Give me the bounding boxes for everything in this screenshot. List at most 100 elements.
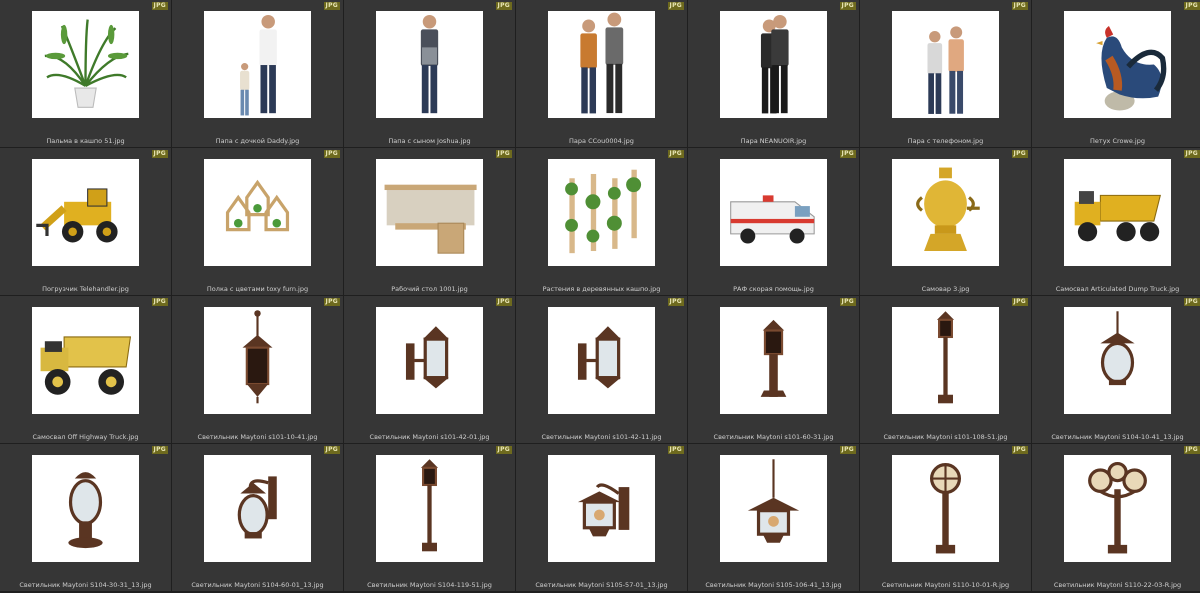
asset-tile[interactable]: JPG Папа с дочкой Daddy.jpg — [172, 0, 343, 147]
couple-phone-icon — [892, 11, 999, 118]
asset-filename: Светильник Maytoni S104-10-41_13.jpg — [1051, 433, 1184, 441]
asset-tile[interactable]: JPG Растения в деревянных кашпо.jpg — [516, 148, 687, 295]
asset-filename: Светильник Maytoni s101-10-41.jpg — [197, 433, 318, 441]
file-type-badge: JPG — [839, 2, 856, 10]
asset-filename: Светильник Maytoni s101-42-01.jpg — [369, 433, 490, 441]
asset-tile[interactable]: JPG Светильник Maytoni s101-60-31.jpg — [688, 296, 859, 443]
asset-tile[interactable]: JPG Светильник Maytoni S105-106-41_13.jpg — [688, 444, 859, 591]
file-type-badge: JPG — [495, 150, 512, 158]
asset-filename: Светильник Maytoni s101-42-11.jpg — [541, 433, 662, 441]
file-type-badge: JPG — [151, 2, 168, 10]
file-type-badge: JPG — [323, 2, 340, 10]
asset-tile[interactable]: JPG Пара с телефоном.jpg — [860, 0, 1031, 147]
file-type-badge: JPG — [151, 298, 168, 306]
file-type-badge: JPG — [667, 298, 684, 306]
asset-tile[interactable]: JPG Светильник Maytoni S104-60-01_13.jpg — [172, 444, 343, 591]
file-type-badge: JPG — [1011, 150, 1028, 158]
asset-filename: Самосвал Off Highway Truck.jpg — [32, 433, 139, 441]
nautical-pendant-icon — [720, 455, 827, 562]
asset-filename: Погрузчик Telehandler.jpg — [42, 285, 129, 293]
asset-tile[interactable]: JPG Пальма в кашпо 51.jpg — [0, 0, 171, 147]
asset-tile[interactable]: JPG Светильник Maytoni S105-57-01_13.jpg — [516, 444, 687, 591]
asset-filename: Папа с дочкой Daddy.jpg — [215, 137, 300, 145]
file-type-badge: JPG — [495, 2, 512, 10]
asset-filename: Самосвал Articulated Dump Truck.jpg — [1055, 285, 1180, 293]
couple-icon — [548, 11, 655, 118]
asset-tile[interactable]: JPG Светильник Maytoni s101-108-51.jpg — [860, 296, 1031, 443]
asset-tile[interactable]: JPG Рабочий стол 1001.jpg — [344, 148, 515, 295]
asset-tile[interactable]: JPG Светильник Maytoni s101-10-41.jpg — [172, 296, 343, 443]
asset-filename: Светильник Maytoni s101-108-51.jpg — [883, 433, 1008, 441]
file-type-badge: JPG — [323, 298, 340, 306]
file-type-badge: JPG — [151, 446, 168, 454]
file-type-badge: JPG — [1183, 2, 1200, 10]
asset-tile[interactable]: JPG Светильник Maytoni S110-22-03-R.jpg — [1032, 444, 1200, 591]
asset-tile[interactable]: JPG Светильник Maytoni S110-10-01-R.jpg — [860, 444, 1031, 591]
asset-tile[interactable]: JPG Пара CCou0004.jpg — [516, 0, 687, 147]
asset-tile[interactable]: JPG Светильник Maytoni S104-119-51.jpg — [344, 444, 515, 591]
dump-truck-icon — [1064, 159, 1171, 266]
asset-filename: Папа с сыном Joshua.jpg — [388, 137, 471, 145]
telehandler-icon — [32, 159, 139, 266]
asset-tile[interactable]: JPG Светильник Maytoni s101-42-11.jpg — [516, 296, 687, 443]
asset-tile[interactable]: JPG Самосвал Off Highway Truck.jpg — [0, 296, 171, 443]
asset-thumbnail-grid: JPG Пальма в кашпо 51.jpg JPG Папа с дочко… — [0, 0, 1200, 593]
couple-hug-icon — [720, 11, 827, 118]
hexagon-shelf-icon — [204, 159, 311, 266]
asset-tile[interactable]: JPG Погрузчик Telehandler.jpg — [0, 148, 171, 295]
file-type-badge: JPG — [667, 150, 684, 158]
asset-filename: Светильник Maytoni S110-10-01-R.jpg — [881, 581, 1010, 589]
asset-filename: Светильник Maytoni S104-60-01_13.jpg — [191, 581, 324, 589]
file-type-badge: JPG — [1011, 446, 1028, 454]
asset-filename: Светильник Maytoni S104-119-51.jpg — [367, 581, 492, 589]
asset-tile[interactable]: JPG Светильник Maytoni S104-10-41_13.jpg — [1032, 296, 1200, 443]
asset-tile[interactable]: JPG Петух Crowe.jpg — [1032, 0, 1200, 147]
file-type-badge: JPG — [667, 2, 684, 10]
asset-tile[interactable]: JPG РАФ скорая помощь.jpg — [688, 148, 859, 295]
file-type-badge: JPG — [839, 298, 856, 306]
post-lantern-icon — [376, 455, 483, 562]
file-type-badge: JPG — [495, 298, 512, 306]
asset-filename: Светильник Maytoni S104-30-31_13.jpg — [19, 581, 152, 589]
file-type-badge: JPG — [495, 446, 512, 454]
asset-filename: Светильник Maytoni s101-60-31.jpg — [713, 433, 834, 441]
nautical-wall-icon — [548, 455, 655, 562]
asset-filename: Светильник Maytoni S105-106-41_13.jpg — [705, 581, 842, 589]
asset-tile[interactable]: JPG Светильник Maytoni s101-42-01.jpg — [344, 296, 515, 443]
globe-post-icon — [892, 455, 999, 562]
file-type-badge: JPG — [1183, 150, 1200, 158]
wall-glass-icon — [204, 455, 311, 562]
rooster-icon — [1064, 11, 1171, 118]
ambulance-icon — [720, 159, 827, 266]
asset-tile[interactable]: JPG Светильник Maytoni S104-30-31_13.jpg — [0, 444, 171, 591]
file-type-badge: JPG — [323, 150, 340, 158]
asset-filename: Самовар 3.jpg — [921, 285, 970, 293]
asset-filename: Рабочий стол 1001.jpg — [391, 285, 468, 293]
file-type-badge: JPG — [839, 150, 856, 158]
asset-filename: Растения в деревянных кашпо.jpg — [542, 285, 661, 293]
asset-filename: РАФ скорая помощь.jpg — [733, 285, 814, 293]
asset-filename: Светильник Maytoni S105-57-01_13.jpg — [535, 581, 668, 589]
post-lantern-icon — [892, 307, 999, 414]
asset-tile[interactable]: JPG Папа с сыном Joshua.jpg — [344, 0, 515, 147]
asset-filename: Пальма в кашпо 51.jpg — [46, 137, 125, 145]
wall-planter-icon — [548, 159, 655, 266]
pendant-glass-icon — [1064, 307, 1171, 414]
pendant-lantern-icon — [204, 307, 311, 414]
asset-tile[interactable]: JPG Пара NEANUOIR.jpg — [688, 0, 859, 147]
table-lantern-icon — [32, 455, 139, 562]
haul-truck-icon — [32, 307, 139, 414]
asset-filename: Светильник Maytoni S110-22-03-R.jpg — [1053, 581, 1182, 589]
asset-filename: Пара NEANUOIR.jpg — [740, 137, 807, 145]
asset-tile[interactable]: JPG Самосвал Articulated Dump Truck.jpg — [1032, 148, 1200, 295]
file-type-badge: JPG — [1183, 298, 1200, 306]
father-son-icon — [376, 11, 483, 118]
asset-filename: Петух Crowe.jpg — [1090, 137, 1145, 145]
wall-lantern-icon — [548, 307, 655, 414]
asset-tile[interactable]: JPG Самовар 3.jpg — [860, 148, 1031, 295]
asset-filename: Полка с цветами toxy furn.jpg — [206, 285, 309, 293]
file-type-badge: JPG — [839, 446, 856, 454]
file-type-badge: JPG — [667, 446, 684, 454]
samovar-icon — [892, 159, 999, 266]
asset-tile[interactable]: JPG Полка с цветами toxy furn.jpg — [172, 148, 343, 295]
